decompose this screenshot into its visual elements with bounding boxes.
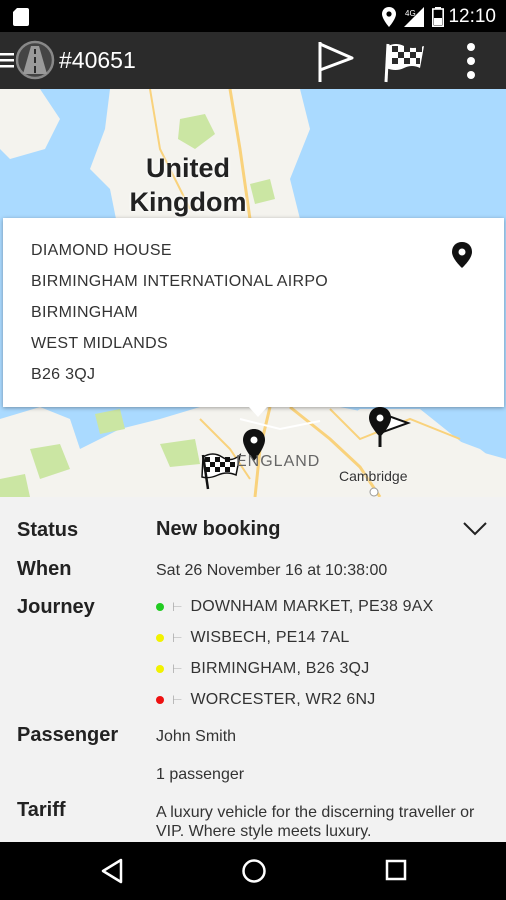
address-line-4: WEST MIDLANDS [31, 335, 168, 352]
flag-icon[interactable] [314, 38, 356, 84]
when-label: When [17, 558, 72, 580]
when-value: Sat 26 November 16 at 10:38:00 [156, 562, 388, 579]
map-label-city: Cambridge [339, 468, 408, 484]
clock: 12:10 [448, 6, 496, 27]
stop-connector: ⊢ [172, 693, 183, 707]
stop-address: DOWNHAM MARKET, PE38 9AX [190, 598, 434, 615]
stop-address: WISBECH, PE14 7AL [190, 629, 350, 646]
booking-details-panel: Status New booking When Sat 26 November … [0, 497, 506, 842]
overflow-menu-icon[interactable] [458, 40, 484, 82]
map-label-region: ENGLAND [236, 453, 321, 470]
app-bar: #40651 [0, 32, 506, 89]
app-logo-road-icon[interactable] [15, 40, 55, 80]
status-value[interactable]: New booking [156, 518, 280, 541]
stop-dot [156, 634, 164, 642]
address-line-3: BIRMINGHAM [31, 304, 138, 321]
location-pin-icon [452, 242, 472, 268]
recent-apps-icon[interactable] [385, 859, 407, 881]
address-line-5: B26 3QJ [31, 366, 96, 383]
signal-icon: 4G [404, 7, 424, 27]
passenger-name: John Smith [156, 728, 237, 745]
tariff-label: Tariff [17, 799, 66, 821]
journey-label: Journey [17, 596, 95, 618]
stop-dot [156, 603, 164, 611]
status-label: Status [17, 519, 79, 541]
tariff-description: A luxury vehicle for the discerning trav… [156, 804, 475, 840]
stop-connector: ⊢ [172, 631, 183, 645]
system-nav-bar [0, 842, 506, 900]
stop-address: WORCESTER, WR2 6NJ [190, 691, 376, 708]
stop-dot [156, 696, 164, 704]
info-window-pointer [249, 407, 267, 417]
journey-stop: ⊢ WORCESTER, WR2 6NJ [156, 690, 375, 710]
address-info-window[interactable]: DIAMOND HOUSE BIRMINGHAM INTERNATIONAL A… [3, 218, 504, 417]
home-icon[interactable] [241, 858, 267, 884]
stop-address: BIRMINGHAM, B26 3QJ [190, 660, 370, 677]
status-bar: 4G 12:10 [0, 0, 506, 32]
journey-stop: ⊢ DOWNHAM MARKET, PE38 9AX [156, 597, 434, 617]
address-line-2: BIRMINGHAM INTERNATIONAL AIRPO [31, 273, 329, 290]
sd-card-icon [13, 8, 29, 26]
address-line-1: DIAMOND HOUSE [31, 242, 172, 259]
job-number-title: #40651 [59, 47, 136, 73]
svg-text:4G: 4G [405, 9, 416, 18]
passenger-count: 1 passenger [156, 766, 245, 783]
stop-connector: ⊢ [172, 662, 183, 676]
location-icon [382, 7, 396, 27]
checkered-flag-icon[interactable] [382, 38, 428, 84]
hamburger-menu-icon[interactable] [0, 51, 14, 69]
passenger-label: Passenger [17, 724, 119, 746]
journey-stop: ⊢ WISBECH, PE14 7AL [156, 628, 349, 648]
stop-connector: ⊢ [172, 600, 183, 614]
map-label-country: United Kingdom [129, 153, 247, 217]
stop-dot [156, 665, 164, 673]
journey-stop: ⊢ BIRMINGHAM, B26 3QJ [156, 659, 369, 679]
chevron-down-icon[interactable] [462, 521, 488, 537]
battery-icon [432, 7, 444, 27]
back-icon[interactable] [100, 858, 124, 884]
